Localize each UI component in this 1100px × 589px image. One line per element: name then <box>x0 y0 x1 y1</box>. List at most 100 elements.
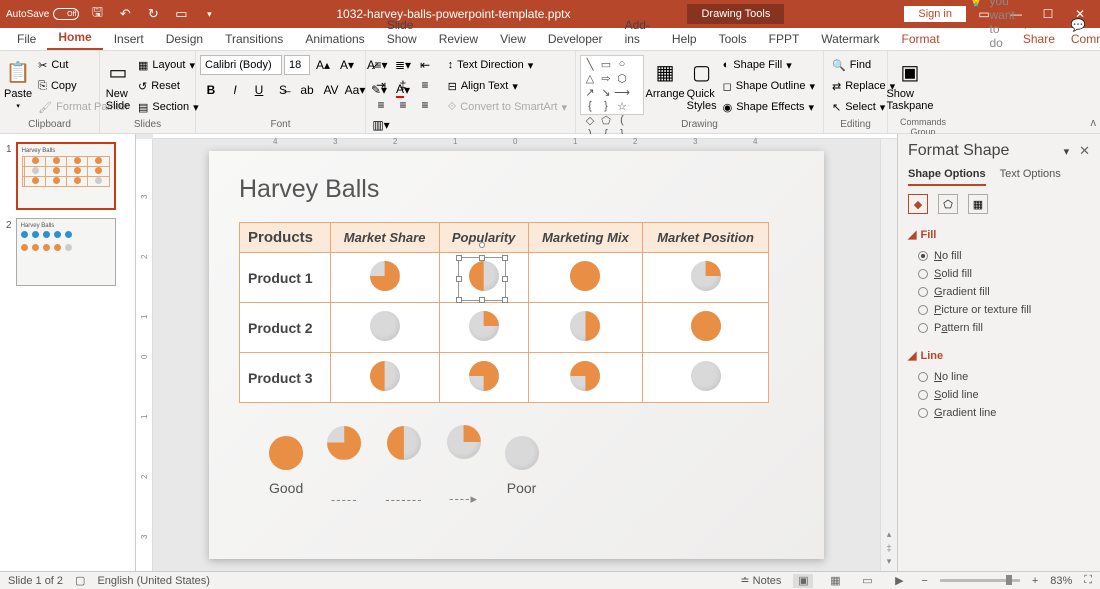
tab-addins[interactable]: Add-ins <box>614 14 661 50</box>
italic-button[interactable]: I <box>224 80 246 100</box>
start-from-beginning-icon[interactable]: ▭ <box>171 3 191 25</box>
harvey-ball[interactable] <box>370 261 400 291</box>
language-indicator[interactable]: English (United States) <box>97 575 210 587</box>
quick-styles-button[interactable]: ▢Quick Styles <box>687 55 717 117</box>
text-options-tab[interactable]: Text Options <box>1000 168 1061 186</box>
sorter-view-icon[interactable]: ▦ <box>825 574 845 588</box>
harvey-ball[interactable] <box>327 426 361 460</box>
thumbnail-2[interactable]: 2 Harvey Balls <box>6 218 129 286</box>
tab-tools[interactable]: Tools <box>708 28 758 50</box>
smartart-button[interactable]: ⟐ Convert to SmartArt ▾ <box>444 97 571 117</box>
harvey-ball[interactable] <box>469 311 499 341</box>
spacing-button[interactable]: AV <box>320 80 342 100</box>
gradient-fill-radio[interactable]: Gradient fill <box>908 283 1090 301</box>
save-icon[interactable]: 🖫 <box>87 3 107 25</box>
gradient-line-radio[interactable]: Gradient line <box>908 404 1090 422</box>
zoom-in-button[interactable]: + <box>1032 575 1038 587</box>
fill-section-toggle[interactable]: ◢ Fill <box>908 228 1090 241</box>
harvey-ball[interactable] <box>570 361 600 391</box>
text-direction-button[interactable]: ↕ Text Direction ▾ <box>444 55 571 75</box>
zoom-level[interactable]: 83% <box>1050 575 1072 587</box>
close-pane-icon[interactable]: ✕ <box>1079 143 1090 158</box>
case-button[interactable]: Aa▾ <box>344 80 366 100</box>
redo-icon[interactable]: ↻ <box>143 3 163 25</box>
size-props-icon[interactable]: ▦ <box>968 194 988 214</box>
pattern-fill-radio[interactable]: Pattern fill <box>908 319 1090 337</box>
align-text-button[interactable]: ⊟ Align Text ▾ <box>444 76 571 96</box>
harvey-ball[interactable] <box>570 311 600 341</box>
harvey-ball[interactable] <box>469 361 499 391</box>
share-button[interactable]: ↗ Share <box>1015 14 1063 50</box>
harvey-ball[interactable] <box>370 361 400 391</box>
shape-options-tab[interactable]: Shape Options <box>908 168 986 186</box>
slideshow-view-icon[interactable]: ▶ <box>889 574 909 588</box>
harvey-table[interactable]: Products Market Share Popularity Marketi… <box>239 222 769 403</box>
normal-view-icon[interactable]: ▣ <box>793 574 813 588</box>
columns-button[interactable]: ▥▾ <box>370 115 392 135</box>
slide-canvas[interactable]: Harvey Balls Products Market Share Popul… <box>153 139 880 571</box>
align-right-button[interactable]: ≡ <box>392 95 414 115</box>
tab-insert[interactable]: Insert <box>103 28 155 50</box>
font-size-combo[interactable]: 18 <box>284 55 310 75</box>
fit-to-window-icon[interactable]: ⛶ <box>1084 574 1092 587</box>
zoom-out-button[interactable]: − <box>921 575 927 587</box>
undo-icon[interactable]: ↶ <box>115 3 135 25</box>
harvey-ball[interactable] <box>691 311 721 341</box>
shadow-button[interactable]: ab <box>296 80 318 100</box>
shrink-font-button[interactable]: A▾ <box>336 55 358 75</box>
shape-fill-button[interactable]: ◐ Shape Fill ▾ <box>719 55 819 75</box>
harvey-ball[interactable] <box>269 436 303 470</box>
align-left-button[interactable]: ≡ <box>414 75 436 95</box>
line-section-toggle[interactable]: ◢ Line <box>908 349 1090 362</box>
indent-inc-button[interactable]: ⇥ <box>370 75 392 95</box>
fill-line-icon[interactable]: ◆ <box>908 194 928 214</box>
strike-button[interactable]: S̶ <box>272 80 294 100</box>
harvey-ball[interactable] <box>387 426 421 460</box>
slide-indicator[interactable]: Slide 1 of 2 <box>8 575 63 587</box>
grow-font-button[interactable]: A▴ <box>312 55 334 75</box>
tab-slideshow[interactable]: Slide Show <box>376 14 428 50</box>
drawing-tools-tab[interactable]: Drawing Tools <box>687 4 784 24</box>
harvey-ball[interactable] <box>447 425 481 459</box>
picture-fill-radio[interactable]: Picture or texture fill <box>908 301 1090 319</box>
vertical-scrollbar[interactable]: ▴‡▾ <box>880 139 897 571</box>
autosave-toggle[interactable]: AutoSave Off <box>6 8 79 20</box>
tab-animations[interactable]: Animations <box>294 28 375 50</box>
numbering-button[interactable]: ≣▾ <box>392 55 414 75</box>
align-center-button[interactable]: ≡ <box>370 95 392 115</box>
pane-menu-icon[interactable]: ▾ <box>1064 146 1070 158</box>
zoom-slider[interactable] <box>940 579 1020 582</box>
new-slide-button[interactable]: ▭ New Slide <box>104 55 132 117</box>
tab-help[interactable]: Help <box>661 28 708 50</box>
shape-effects-button[interactable]: ◉ Shape Effects ▾ <box>719 97 819 117</box>
bold-button[interactable]: B <box>200 80 222 100</box>
tab-home[interactable]: Home <box>47 26 102 50</box>
tab-format[interactable]: Format <box>891 28 951 50</box>
arrange-button[interactable]: ▦Arrange <box>646 55 685 117</box>
tab-developer[interactable]: Developer <box>537 28 614 50</box>
no-line-radio[interactable]: No line <box>908 368 1090 386</box>
thumbnail-1[interactable]: 1 Harvey Balls <box>6 142 129 210</box>
tab-design[interactable]: Design <box>155 28 214 50</box>
slide-title[interactable]: Harvey Balls <box>239 175 794 204</box>
indent-dec-button[interactable]: ⇤ <box>414 55 436 75</box>
reading-view-icon[interactable]: ▭ <box>857 574 877 588</box>
justify-button[interactable]: ≡ <box>414 95 436 115</box>
harvey-ball[interactable] <box>505 436 539 470</box>
paste-button[interactable]: 📋 Paste▾ <box>4 55 32 117</box>
section-button[interactable]: ▤ Section ▾ <box>134 97 203 117</box>
tab-fppt[interactable]: FPPT <box>758 28 811 50</box>
taskpane-button[interactable]: ▣Show Taskpane <box>892 55 928 117</box>
layout-button[interactable]: ▦ Layout ▾ <box>134 55 203 75</box>
shapes-gallery[interactable]: ╲▭○△⇨⬡ ↗↘⟶{}☆ ◇⬠(){} <box>580 55 644 115</box>
selection-box[interactable] <box>458 257 506 301</box>
effects-icon[interactable]: ⬠ <box>938 194 958 214</box>
harvey-ball[interactable] <box>691 261 721 291</box>
line-spacing-button[interactable]: ‡ <box>392 75 414 95</box>
tellme-search[interactable]: 💡 Tell me what you want to do <box>951 0 1015 50</box>
tab-watermark[interactable]: Watermark <box>810 28 890 50</box>
shape-outline-button[interactable]: ◻ Shape Outline ▾ <box>719 76 819 96</box>
spellcheck-icon[interactable]: ▢ <box>75 574 85 587</box>
notes-button[interactable]: ≐ Notes <box>740 574 781 587</box>
underline-button[interactable]: U <box>248 80 270 100</box>
